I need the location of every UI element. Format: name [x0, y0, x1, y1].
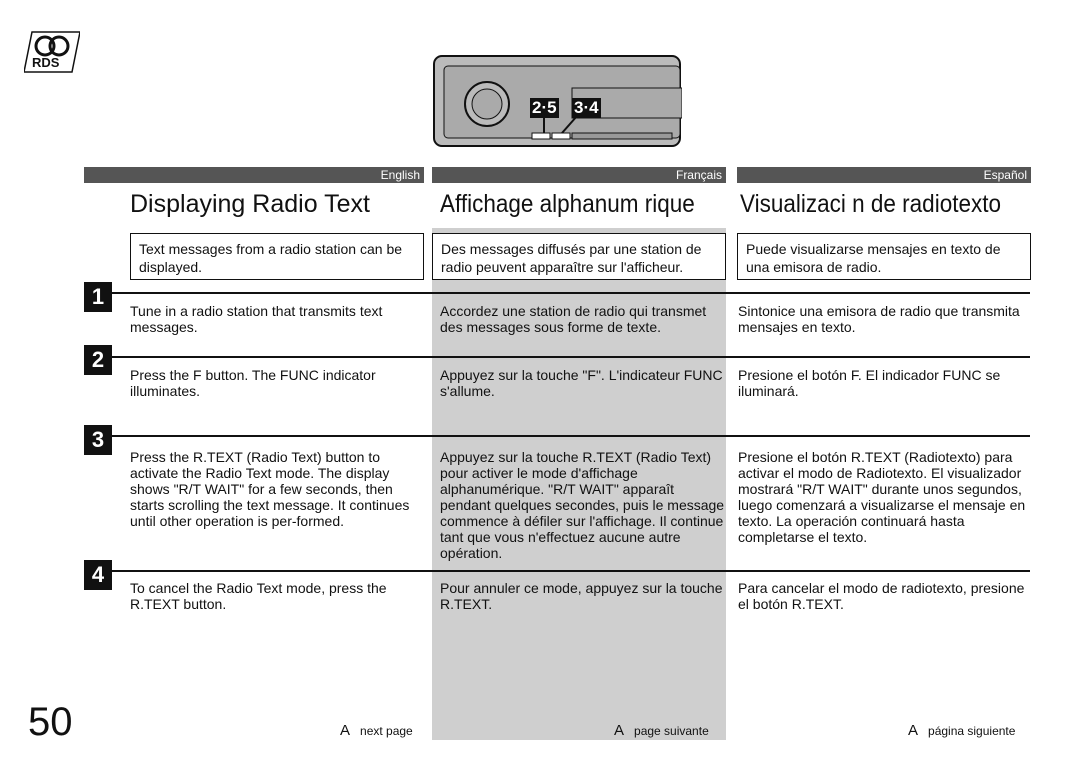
- step-number-2: 2: [84, 345, 112, 375]
- intro-spanish: Puede visualizarse mensajes en texto de …: [737, 233, 1031, 280]
- step-number-3: 3: [84, 425, 112, 455]
- manual-page: RDS 2·5 3·4 English Français Español Dis…: [0, 0, 1080, 762]
- intro-french: Des messages diffusés par une station de…: [432, 233, 726, 280]
- step-number-4: 4: [84, 560, 112, 590]
- next-page-label: next page: [360, 724, 413, 738]
- step-3-english: Press the R.TEXT (Radio Text) button to …: [130, 449, 410, 529]
- page-number: 50: [28, 700, 73, 744]
- next-page-marker: A: [614, 722, 625, 739]
- lang-bar-english: English: [84, 167, 424, 183]
- next-page-marker: A: [908, 722, 919, 739]
- lang-bar-french: Français: [432, 167, 726, 183]
- step-1-french: Accordez une station de radio qui transm…: [440, 303, 707, 335]
- step-3-spanish: Presione el botón R.TEXT (Radiotexto) pa…: [738, 449, 1026, 545]
- next-page-spanish: Apágina siguiente: [908, 722, 1015, 739]
- divider: [84, 356, 1030, 358]
- step-2-spanish: Presione el botón F. El indicador FUNC s…: [738, 367, 1001, 399]
- step-2-french: Appuyez sur la touche "F". L'indicateur …: [440, 367, 723, 399]
- next-page-french: Apage suivante: [614, 722, 709, 739]
- next-page-marker: A: [340, 722, 351, 739]
- next-page-label: página siguiente: [928, 724, 1016, 738]
- divider: [84, 570, 1030, 572]
- step-3-french: Appuyez sur la touche R.TEXT (Radio Text…: [440, 449, 725, 561]
- title-spanish: Visualizaci n de radiotexto: [740, 190, 1001, 218]
- title-french: Affichage alphanum rique: [440, 190, 695, 218]
- step-number-1: 1: [84, 282, 112, 312]
- svg-text:RDS: RDS: [32, 55, 60, 70]
- step-4-english: To cancel the Radio Text mode, press the…: [130, 580, 387, 612]
- title-english: Displaying Radio Text: [130, 190, 370, 218]
- divider: [84, 292, 1030, 294]
- step-4-spanish: Para cancelar el modo de radiotexto, pre…: [738, 580, 1025, 612]
- step-1-english: Tune in a radio station that transmits t…: [130, 303, 383, 335]
- radio-unit-illustration: 2·5 3·4: [432, 54, 683, 149]
- next-page-label: page suivante: [634, 724, 709, 738]
- step-4-french: Pour annuler ce mode, appuyez sur la tou…: [440, 580, 723, 612]
- step-2-english: Press the F button. The FUNC indicator i…: [130, 367, 376, 399]
- callout-2-5: 2·5: [530, 98, 559, 118]
- divider: [84, 435, 1030, 437]
- next-page-english: Anext page: [340, 722, 413, 739]
- callout-3-4: 3·4: [572, 98, 601, 118]
- intro-english: Text messages from a radio station can b…: [130, 233, 424, 280]
- rds-logo: RDS: [23, 30, 81, 74]
- lang-bar-spanish: Español: [737, 167, 1031, 183]
- step-1-spanish: Sintonice una emisora de radio que trans…: [738, 303, 1020, 335]
